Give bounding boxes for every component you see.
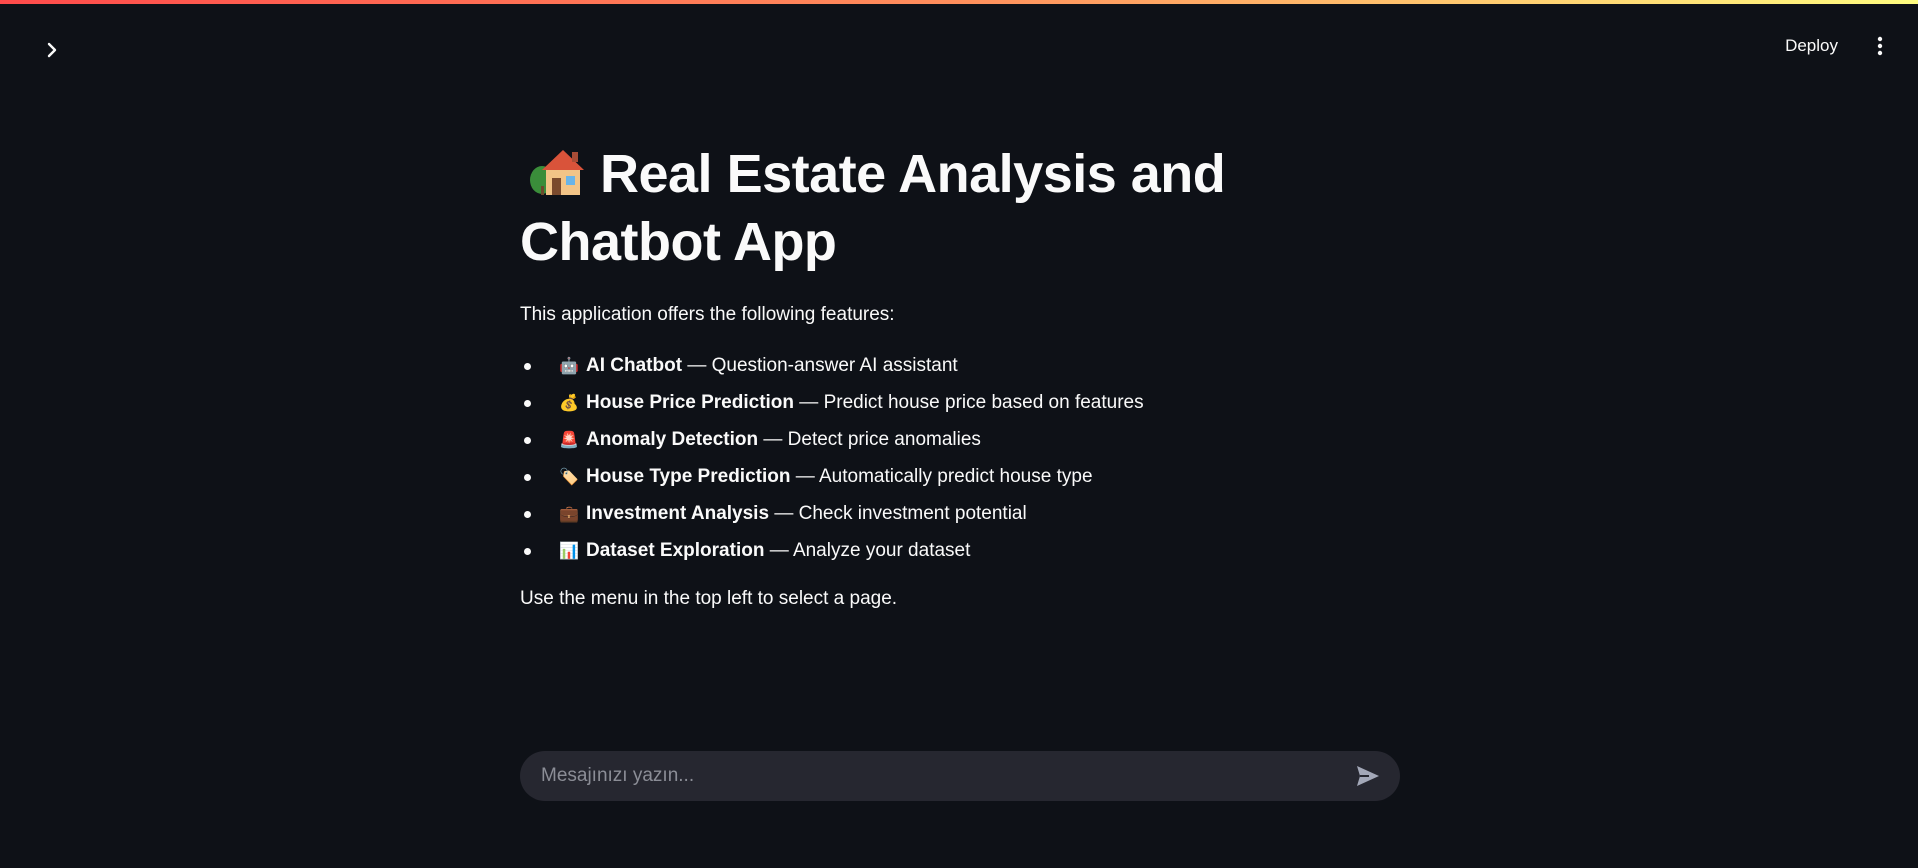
bar-chart-icon: 📊 (559, 543, 579, 560)
vertical-ellipsis-icon (1877, 36, 1883, 56)
list-item: 📊 Dataset Exploration — Analyze your data… (520, 533, 1400, 570)
top-decoration-bar (0, 0, 1918, 4)
robot-icon: 🤖 (559, 358, 579, 375)
feature-description: — Detect price anomalies (758, 429, 981, 450)
deploy-button[interactable]: Deploy (1779, 32, 1844, 60)
main-menu-button[interactable] (1868, 32, 1892, 60)
label-tag-icon: 🏷️ (559, 469, 579, 486)
feature-name: Investment Analysis (586, 503, 770, 524)
police-light-icon: 🚨 (559, 432, 579, 449)
feature-description: — Question-answer AI assistant (682, 355, 958, 376)
footer-note: Use the menu in the top left to select a… (520, 588, 898, 609)
briefcase-icon: 💼 (559, 506, 579, 523)
page-title-text: Real Estate Analysis and Chatbot App (520, 144, 1226, 272)
chat-input-bar (520, 751, 1400, 801)
chat-message-input[interactable] (520, 751, 1346, 801)
feature-name: House Price Prediction (586, 392, 795, 413)
send-button[interactable] (1346, 754, 1390, 798)
list-item: 💰 House Price Prediction — Predict house … (520, 385, 1400, 422)
feature-description: — Analyze your dataset (764, 540, 971, 561)
house-with-garden-icon (530, 150, 584, 195)
list-item: 💼 Investment Analysis — Check investment … (520, 496, 1400, 533)
feature-description: — Predict house price based on features (794, 392, 1144, 413)
intro-text: This application offers the following fe… (520, 304, 895, 325)
send-icon (1357, 766, 1379, 786)
feature-list: 🤖 AI Chatbot — Question-answer AI assista… (520, 348, 1400, 570)
feature-name: Dataset Exploration (586, 540, 765, 561)
list-item: 🏷️ House Type Prediction — Automatically … (520, 459, 1400, 496)
main-content: Real Estate Analysis and Chatbot App Thi… (520, 140, 1400, 612)
list-item: 🤖 AI Chatbot — Question-answer AI assista… (520, 348, 1400, 385)
header-toolbar: Deploy (1779, 32, 1892, 60)
feature-description: — Automatically predict house type (790, 466, 1093, 487)
page-title: Real Estate Analysis and Chatbot App (520, 140, 1400, 276)
chevron-right-icon (47, 42, 57, 58)
list-item: 🚨 Anomaly Detection — Detect price anomal… (520, 422, 1400, 459)
feature-description: — Check investment potential (769, 503, 1027, 524)
feature-name: Anomaly Detection (586, 429, 759, 450)
feature-name: House Type Prediction (586, 466, 791, 487)
money-bag-icon: 💰 (559, 395, 579, 412)
sidebar-toggle-button[interactable] (38, 36, 66, 64)
feature-name: AI Chatbot (586, 355, 683, 376)
